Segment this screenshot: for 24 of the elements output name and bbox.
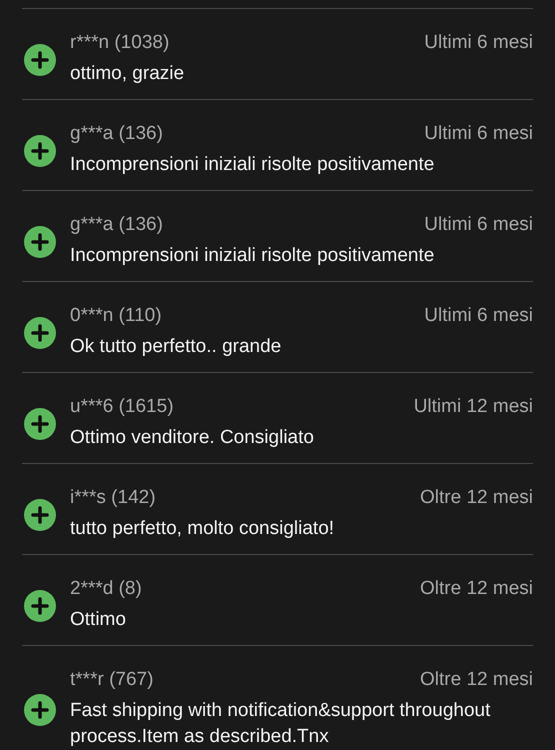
review-period: Oltre 12 mesi: [420, 487, 533, 509]
username: 0***n (110): [70, 305, 162, 327]
review-comment: Ottimo venditore. Consigliato: [70, 426, 315, 450]
review-period: Oltre 12 mesi: [420, 669, 533, 691]
review-comment: Incomprensioni iniziali risolte positivamente: [70, 153, 436, 177]
review-period: Ultimi 6 mesi: [424, 305, 533, 327]
username: u***6 (1615): [70, 396, 174, 418]
review-comment: ottimo, grazie: [70, 62, 186, 86]
review-period: Ultimi 6 mesi: [424, 32, 533, 54]
username: r***n (1038): [70, 32, 170, 54]
review-comment: Ok tutto perfetto.. grande: [70, 335, 282, 359]
review-period: Oltre 12 mesi: [420, 578, 533, 600]
username: g***a (136): [70, 214, 163, 236]
review-comment: Ottimo: [70, 608, 127, 632]
review-comment: Incomprensioni iniziali risolte positivamente: [70, 244, 436, 268]
username: 2***d (8): [70, 578, 142, 600]
review-comment: tutto perfetto, molto consigliato!: [70, 517, 336, 541]
username: t***r (767): [70, 669, 154, 691]
review-comment: Fast shipping with notification&support throughout process.Item as described.Tnx: [70, 699, 492, 749]
review-period: Ultimi 6 mesi: [424, 214, 533, 236]
username: g***a (136): [70, 123, 163, 145]
review-period: Ultimi 12 mesi: [414, 396, 533, 418]
username: i***s (142): [70, 487, 156, 509]
review-period: Ultimi 6 mesi: [424, 123, 533, 145]
